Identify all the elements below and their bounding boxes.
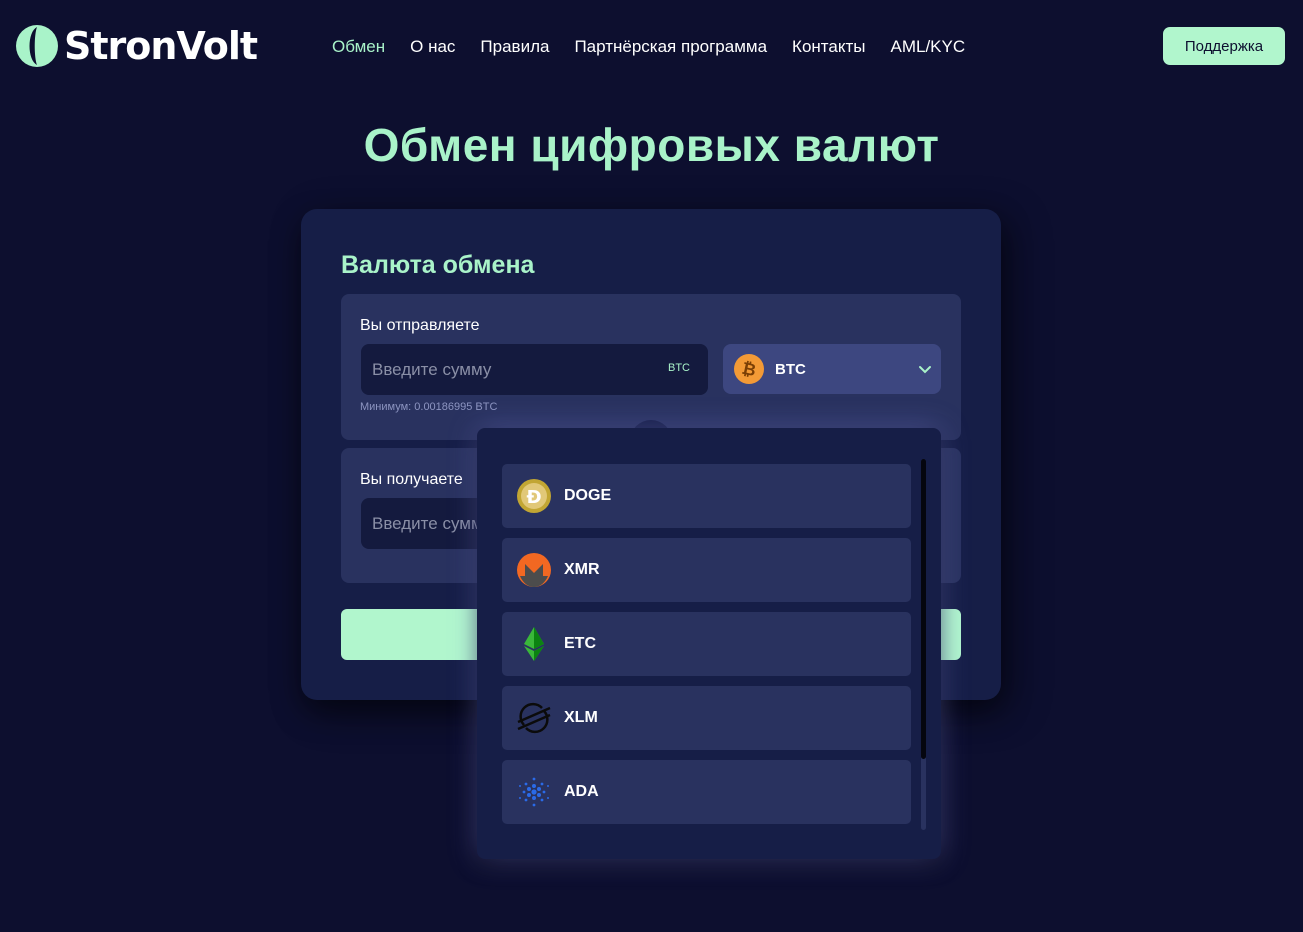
logo-mark-icon xyxy=(16,25,58,67)
send-panel: Вы отправляете BTC ₿ BTC Минимум: 0.0018… xyxy=(341,294,961,440)
dropdown-scrollbar-thumb[interactable] xyxy=(921,459,926,759)
support-button[interactable]: Поддержка xyxy=(1163,27,1285,65)
currency-option-etc[interactable]: ETC xyxy=(502,612,911,676)
currency-option-ada[interactable]: ADA xyxy=(502,760,911,824)
receive-label: Вы получаете xyxy=(360,471,463,488)
send-amount-input[interactable] xyxy=(361,344,708,395)
currency-option-label: XLM xyxy=(564,709,598,726)
send-currency-select[interactable]: ₿ BTC xyxy=(723,344,941,394)
currency-list: Ð DOGE XMR ETC XLM ADA xyxy=(502,464,911,834)
monero-icon xyxy=(516,552,552,588)
currency-option-label: ETC xyxy=(564,635,596,652)
logo[interactable]: StronVolt xyxy=(15,24,258,68)
nav-item-exchange[interactable]: Обмен xyxy=(332,37,385,57)
stellar-icon xyxy=(516,700,552,736)
send-currency-label: BTC xyxy=(775,360,806,378)
bitcoin-icon: ₿ xyxy=(734,354,764,384)
main-nav: Обмен О нас Правила Партнёрская программ… xyxy=(332,36,990,58)
currency-option-label: XMR xyxy=(564,561,600,578)
ethereum-classic-icon xyxy=(516,626,552,662)
brand-name: StronVolt xyxy=(64,24,258,68)
page-title: Обмен цифровых валют xyxy=(363,119,940,171)
currency-option-label: ADA xyxy=(564,783,599,800)
send-minimum-note: Минимум: 0.00186995 BTC xyxy=(360,401,498,413)
send-label: Вы отправляете xyxy=(360,317,480,334)
currency-option-xmr[interactable]: XMR xyxy=(502,538,911,602)
nav-item-aml-kyc[interactable]: AML/KYC xyxy=(890,37,965,57)
dogecoin-icon: Ð xyxy=(516,478,552,514)
chevron-down-icon xyxy=(919,366,931,374)
currency-option-label: DOGE xyxy=(564,487,612,504)
nav-item-partner-program[interactable]: Партнёрская программа xyxy=(574,37,767,57)
svg-text:Ð: Ð xyxy=(526,487,541,508)
nav-item-about[interactable]: О нас xyxy=(410,37,455,57)
cardano-icon xyxy=(516,774,552,810)
nav-item-rules[interactable]: Правила xyxy=(480,37,549,57)
exchange-card-title: Валюта обмена xyxy=(341,251,535,279)
send-unit-label: BTC xyxy=(668,362,690,374)
currency-option-doge[interactable]: Ð DOGE xyxy=(502,464,911,528)
currency-option-xlm[interactable]: XLM xyxy=(502,686,911,750)
nav-item-contacts[interactable]: Контакты xyxy=(792,37,865,57)
currency-dropdown: Ð DOGE XMR ETC XLM ADA xyxy=(477,428,941,859)
page: StronVolt Обмен О нас Правила Партнёрска… xyxy=(0,0,1303,932)
